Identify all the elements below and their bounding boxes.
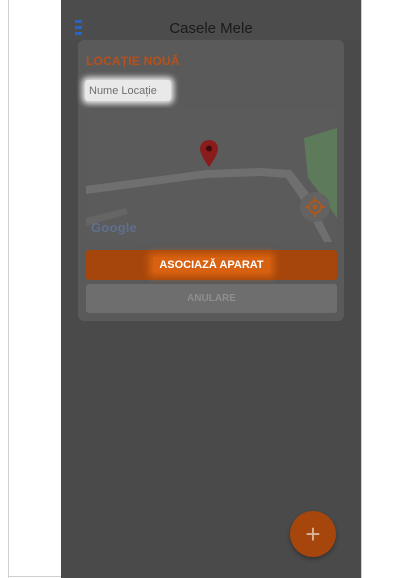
- my-location-button[interactable]: [300, 192, 330, 222]
- frame-border-left: [8, 0, 9, 578]
- associate-device-label: ASOCIAZĂ APARAT: [153, 257, 270, 273]
- my-location-icon: [305, 197, 325, 217]
- add-button[interactable]: +: [290, 511, 336, 557]
- associate-device-button[interactable]: ASOCIAZĂ APARAT: [86, 250, 337, 280]
- map-view[interactable]: Google: [86, 108, 337, 242]
- google-attribution: Google: [91, 220, 137, 235]
- cancel-button[interactable]: ANULARE: [86, 284, 337, 313]
- dialog-title: LOCAȚIE NOUĂ: [86, 54, 180, 68]
- location-name-input[interactable]: [85, 80, 171, 101]
- new-location-dialog: LOCAȚIE NOUĂ Nume Locație Google ASOCIAZ…: [78, 40, 344, 321]
- plus-icon: +: [305, 519, 321, 549]
- phone-screen: Casele Mele LOCAȚIE NOUĂ Nume Locație Go…: [61, 0, 361, 578]
- page-title: Casele Mele: [169, 20, 253, 37]
- frame-border-right: [361, 0, 362, 578]
- map-pin-icon: [200, 140, 218, 167]
- app-bar: Casele Mele: [61, 0, 361, 40]
